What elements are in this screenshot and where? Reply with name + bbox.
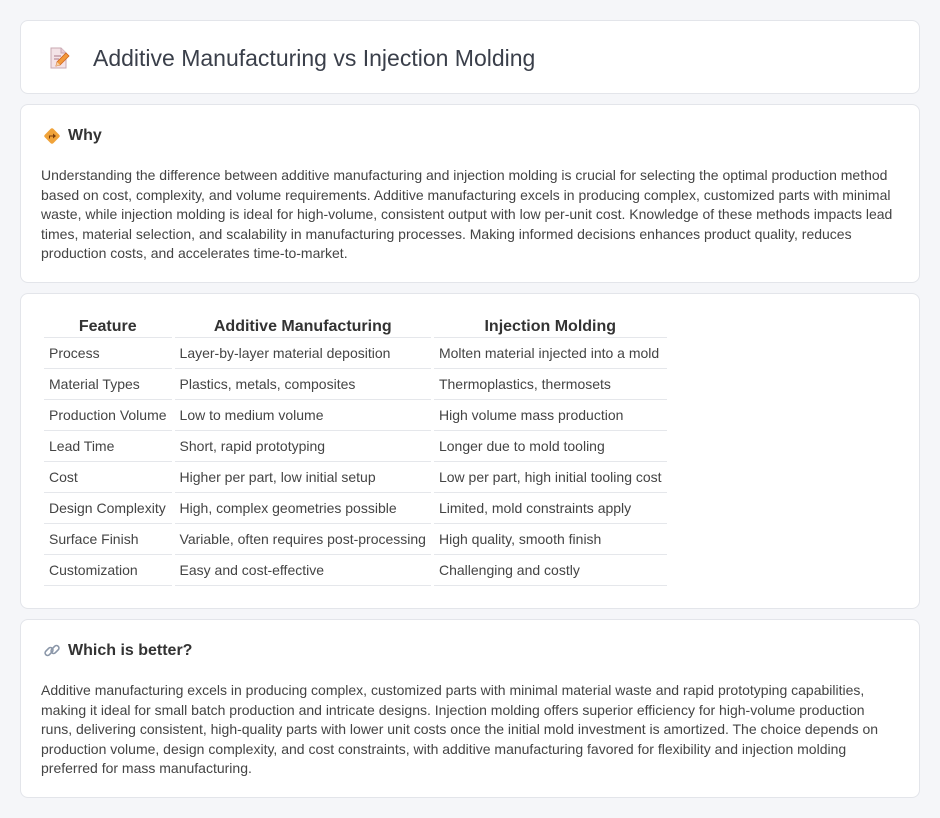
table-header-row: Feature Additive Manufacturing Injection… bbox=[44, 316, 667, 338]
document-pencil-icon bbox=[47, 46, 71, 70]
cell-injection: Molten material injected into a mold bbox=[433, 338, 667, 369]
cell-additive: Layer-by-layer material deposition bbox=[174, 338, 431, 369]
page-title: Additive Manufacturing vs Injection Mold… bbox=[93, 45, 536, 71]
cell-feature: Production Volume bbox=[44, 400, 172, 431]
cell-feature: Process bbox=[44, 338, 172, 369]
cell-additive: Low to medium volume bbox=[174, 400, 431, 431]
cell-feature: Material Types bbox=[44, 369, 172, 400]
cell-feature: Customization bbox=[44, 555, 172, 586]
cell-feature: Surface Finish bbox=[44, 524, 172, 555]
header-injection: Injection Molding bbox=[433, 316, 667, 338]
table-row: Cost Higher per part, low initial setup … bbox=[44, 462, 667, 493]
cell-injection: High quality, smooth finish bbox=[433, 524, 667, 555]
header-additive: Additive Manufacturing bbox=[174, 316, 431, 338]
title-card: Additive Manufacturing vs Injection Mold… bbox=[20, 20, 920, 94]
table-row: Production Volume Low to medium volume H… bbox=[44, 400, 667, 431]
why-section: Why Understanding the difference between… bbox=[20, 104, 920, 283]
why-title: Why bbox=[68, 127, 102, 144]
better-heading: Which is better? bbox=[43, 642, 192, 660]
cell-injection: High volume mass production bbox=[433, 400, 667, 431]
table-row: Process Layer-by-layer material depositi… bbox=[44, 338, 667, 369]
cell-additive: Variable, often requires post-processing bbox=[174, 524, 431, 555]
link-icon bbox=[43, 642, 61, 660]
cell-additive: Plastics, metals, composites bbox=[174, 369, 431, 400]
cell-injection: Challenging and costly bbox=[433, 555, 667, 586]
cell-injection: Longer due to mold tooling bbox=[433, 431, 667, 462]
cell-feature: Cost bbox=[44, 462, 172, 493]
table-row: Design Complexity High, complex geometri… bbox=[44, 493, 667, 524]
cell-additive: Higher per part, low initial setup bbox=[174, 462, 431, 493]
better-text: Additive manufacturing excels in produci… bbox=[41, 682, 879, 777]
why-heading: Why bbox=[43, 127, 102, 145]
cell-feature: Lead Time bbox=[44, 431, 172, 462]
which-better-section: Which is better? Additive manufacturing … bbox=[20, 619, 920, 798]
diamond-direction-icon bbox=[43, 127, 61, 145]
cell-additive: Short, rapid prototyping bbox=[174, 431, 431, 462]
table-row: Surface Finish Variable, often requires … bbox=[44, 524, 667, 555]
why-text: Understanding the difference between add… bbox=[41, 167, 893, 262]
cell-injection: Thermoplastics, thermosets bbox=[433, 369, 667, 400]
better-title: Which is better? bbox=[68, 642, 193, 659]
cell-additive: High, complex geometries possible bbox=[174, 493, 431, 524]
cell-injection: Low per part, high initial tooling cost bbox=[433, 462, 667, 493]
table-row: Lead Time Short, rapid prototyping Longe… bbox=[44, 431, 667, 462]
header-feature: Feature bbox=[44, 316, 172, 338]
cell-additive: Easy and cost-effective bbox=[174, 555, 431, 586]
comparison-table: Feature Additive Manufacturing Injection… bbox=[41, 316, 670, 586]
cell-injection: Limited, mold constraints apply bbox=[433, 493, 667, 524]
table-row: Customization Easy and cost-effective Ch… bbox=[44, 555, 667, 586]
cell-feature: Design Complexity bbox=[44, 493, 172, 524]
table-row: Material Types Plastics, metals, composi… bbox=[44, 369, 667, 400]
comparison-section: Feature Additive Manufacturing Injection… bbox=[20, 293, 920, 609]
